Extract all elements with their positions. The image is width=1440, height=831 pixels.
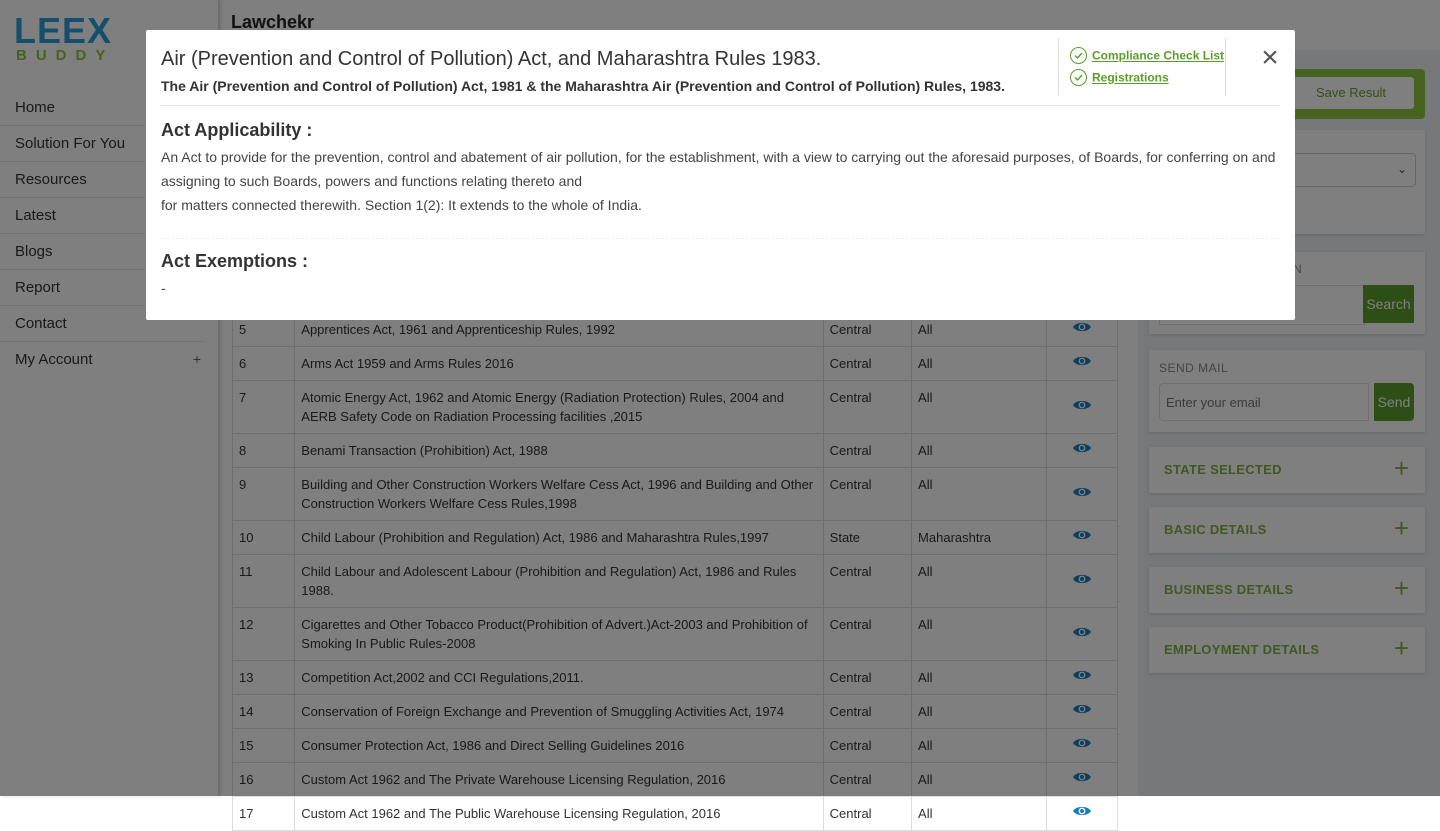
- close-icon[interactable]: ×: [1256, 43, 1284, 73]
- applicability-heading: Act Applicability :: [161, 120, 313, 140]
- divider: [161, 238, 1279, 239]
- modal-subtitle: The Air (Prevention and Control of Pollu…: [161, 78, 1005, 94]
- exemptions-heading: Act Exemptions :: [161, 251, 309, 271]
- act-type: Central: [822, 796, 913, 831]
- applicability-text: An Act to provide for the prevention, co…: [161, 145, 1279, 217]
- row-number: 17: [231, 796, 296, 831]
- link-label: Compliance Check List: [1092, 48, 1225, 63]
- check-circle-icon: [1070, 69, 1087, 86]
- act-detail-modal: Air (Prevention and Control of Pollution…: [146, 30, 1295, 320]
- registrations-link[interactable]: Registrations: [1070, 69, 1169, 87]
- act-state: All: [911, 796, 1047, 831]
- applicability-line: for matters connected therewith. Section…: [161, 197, 642, 213]
- modal-title: Air (Prevention and Control of Pollution…: [161, 48, 822, 70]
- divider: [161, 105, 1279, 106]
- divider: [1058, 38, 1059, 96]
- check-circle-icon: [1070, 47, 1087, 64]
- applicability-line: An Act to provide for the prevention, co…: [161, 149, 1276, 189]
- act-name: Custom Act 1962 and The Public Warehouse…: [294, 796, 824, 831]
- table-row: 17 Custom Act 1962 and The Public Warehou…: [231, 796, 1119, 831]
- link-label: Registrations: [1092, 70, 1169, 85]
- eye-icon[interactable]: [1072, 804, 1092, 818]
- exemptions-text: -: [161, 280, 166, 296]
- view-cell: [1045, 796, 1119, 831]
- compliance-check-list-link[interactable]: Compliance Check List: [1070, 47, 1225, 65]
- divider: [1225, 38, 1226, 96]
